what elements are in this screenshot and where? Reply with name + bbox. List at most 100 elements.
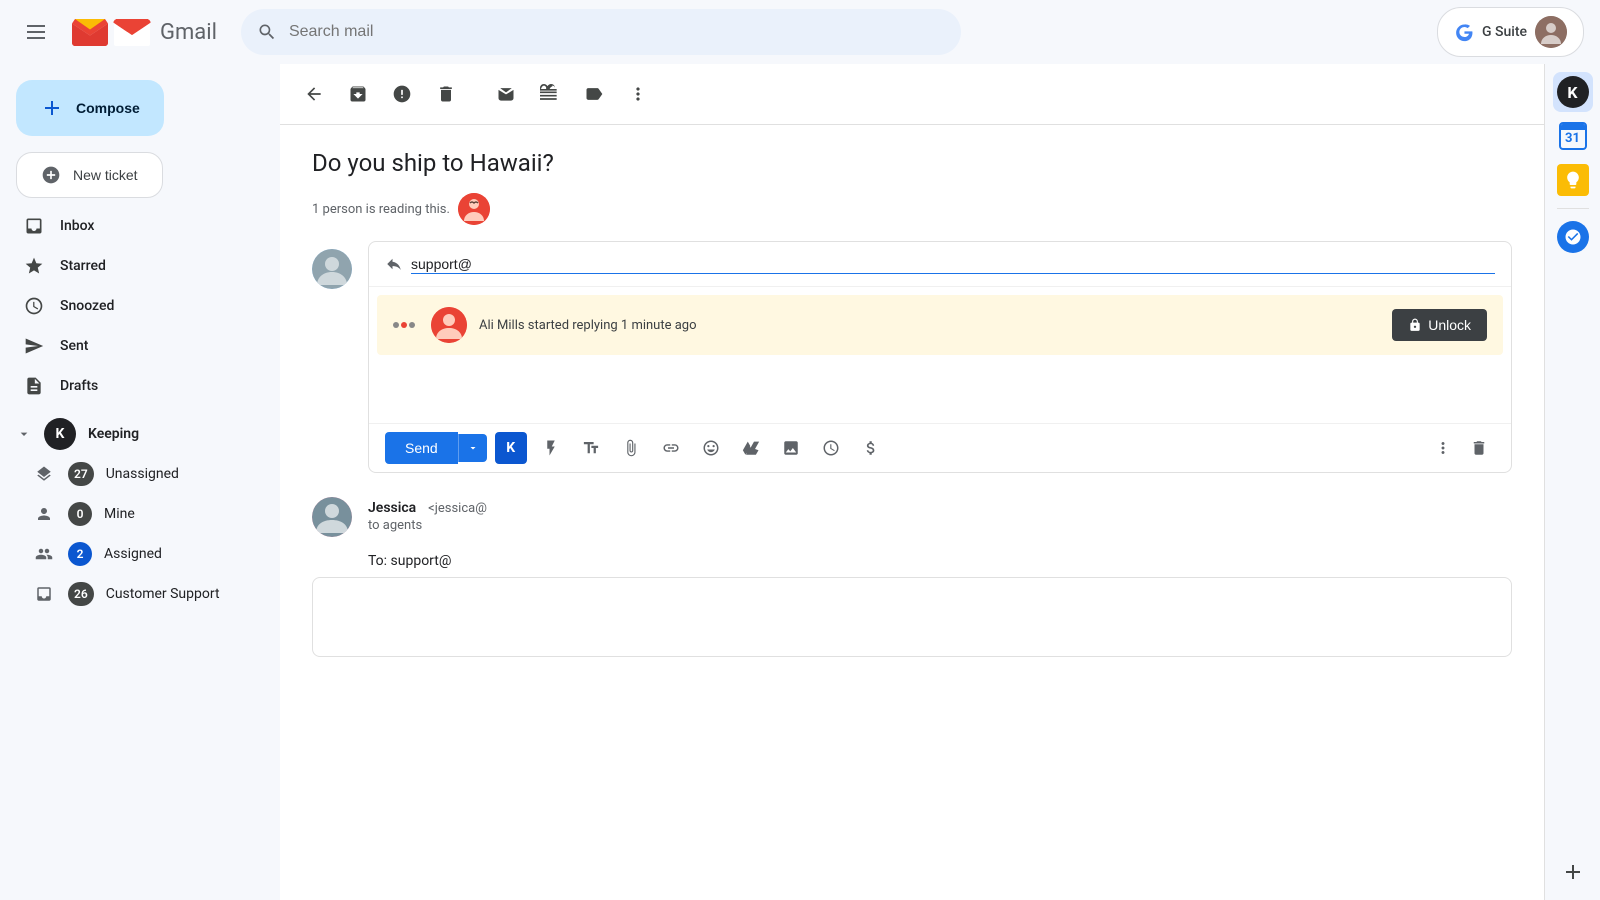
top-header: Gmail G Suite [0, 0, 1600, 64]
sidebar-item-mine[interactable]: 0 Mine [0, 494, 264, 534]
reading-avatar [458, 193, 490, 225]
layers-icon [32, 462, 56, 486]
unlock-button[interactable]: Unlock [1392, 309, 1487, 341]
back-button[interactable] [296, 76, 332, 112]
content-area: Do you ship to Hawaii? 1 person is readi… [280, 64, 1544, 900]
reply-to-container[interactable] [411, 254, 1495, 274]
right-divider [1557, 208, 1589, 209]
mark-unread-button[interactable] [488, 76, 524, 112]
lock-icon [1408, 318, 1422, 332]
header-right: G Suite [1437, 7, 1584, 57]
collision-person-icon [431, 307, 467, 343]
compose-plus-icon [40, 96, 64, 120]
dollar-button[interactable] [855, 432, 887, 464]
plus-icon [40, 96, 64, 120]
sidebar-item-starred[interactable]: Starred [0, 246, 264, 286]
gmail-icon2 [112, 17, 152, 47]
composer-avatar [312, 249, 352, 289]
star-icon [24, 256, 44, 276]
sidebar-item-sent[interactable]: Sent [0, 326, 264, 366]
clock-icon [24, 296, 44, 316]
people-icon [32, 542, 56, 566]
compose-button[interactable]: Compose [16, 80, 164, 136]
tasks-icon [1557, 221, 1589, 253]
compose-trash-button[interactable] [1463, 432, 1495, 464]
reply-to-input[interactable] [411, 256, 592, 272]
search-input[interactable] [289, 23, 945, 41]
calendar-button[interactable]: 31 [1553, 116, 1593, 156]
sidebar-item-snoozed[interactable]: Snoozed [0, 286, 264, 326]
sidebar-item-assigned[interactable]: 2 Assigned [0, 534, 264, 574]
compose-body[interactable] [369, 363, 1511, 423]
new-ticket-label: New ticket [73, 167, 138, 183]
dot-1 [393, 322, 399, 328]
message-body-box [312, 577, 1512, 657]
menu-button[interactable] [16, 12, 56, 52]
calendar-num: 31 [1561, 130, 1585, 148]
link-button[interactable] [655, 432, 687, 464]
more-button[interactable] [620, 76, 656, 112]
header-avatar [1535, 16, 1567, 48]
new-ticket-icon [41, 165, 61, 185]
label-icon [584, 84, 604, 104]
more-vert-icon [628, 84, 648, 104]
send-button[interactable]: Send [385, 432, 458, 464]
flash-button[interactable] [535, 432, 567, 464]
archive-icon [348, 84, 368, 104]
email-content-area: Do you ship to Hawaii? 1 person is readi… [280, 125, 1544, 900]
tasks-button[interactable] [1553, 217, 1593, 257]
send-dropdown-button[interactable] [458, 434, 487, 462]
delete-icon [436, 84, 456, 104]
send-icon [24, 336, 44, 356]
keeping-panel-button[interactable]: K [1553, 72, 1593, 112]
main-layout: Compose New ticket Inbox Starr [0, 64, 1600, 900]
mine-badge: 0 [68, 502, 92, 526]
sidebar-item-unassigned[interactable]: 27 Unassigned [0, 454, 264, 494]
keeping-header[interactable]: K Keeping [0, 414, 280, 454]
draft-icon [24, 376, 44, 396]
flash-icon [542, 439, 560, 457]
inbox-label: Inbox [60, 218, 94, 234]
keep-button[interactable] [1553, 160, 1593, 200]
new-ticket-button[interactable]: New ticket [16, 152, 163, 198]
sent-label: Sent [60, 338, 88, 354]
format-button[interactable] [575, 432, 607, 464]
customer-support-label: Customer Support [106, 586, 220, 602]
gmail-m-icon [72, 19, 108, 46]
move-button[interactable] [532, 76, 568, 112]
reply-header [369, 242, 1511, 287]
move-icon [540, 84, 560, 104]
label-button[interactable] [576, 76, 612, 112]
add-panel-button[interactable] [1553, 852, 1593, 892]
compose-more-icon [1434, 439, 1452, 457]
jessica-avatar [312, 497, 352, 537]
clock-compose-button[interactable] [815, 432, 847, 464]
sidebar-item-customer-support[interactable]: 26 Customer Support [0, 574, 264, 614]
compose-footer: Send K [369, 423, 1511, 472]
spam-button[interactable] [384, 76, 420, 112]
composer-person-icon [312, 249, 352, 289]
gsuite-button[interactable]: G Suite [1437, 7, 1584, 57]
keeping-avatar-icon: K [1557, 76, 1589, 108]
search-bar[interactable] [241, 9, 961, 55]
sidebar-item-inbox[interactable]: Inbox [0, 206, 264, 246]
compose-label: Compose [76, 100, 140, 116]
photo-button[interactable] [775, 432, 807, 464]
keeping-k-label: K [506, 440, 515, 456]
delete-button[interactable] [428, 76, 464, 112]
keeping-send-button[interactable]: K [495, 432, 527, 464]
spam-icon [392, 84, 412, 104]
email-subject: Do you ship to Hawaii? [312, 149, 1512, 177]
reading-text: 1 person is reading this. [312, 202, 450, 217]
emoji-button[interactable] [695, 432, 727, 464]
message-to-line: To: support@ [312, 553, 1512, 569]
emoji-icon [702, 439, 720, 457]
reply-icon [385, 255, 403, 273]
unlock-label: Unlock [1428, 317, 1471, 333]
drive-button[interactable] [735, 432, 767, 464]
compose-more-button[interactable] [1427, 432, 1459, 464]
attach-button[interactable] [615, 432, 647, 464]
archive-button[interactable] [340, 76, 376, 112]
sidebar-item-drafts[interactable]: Drafts [0, 366, 264, 406]
starred-label: Starred [60, 258, 106, 274]
